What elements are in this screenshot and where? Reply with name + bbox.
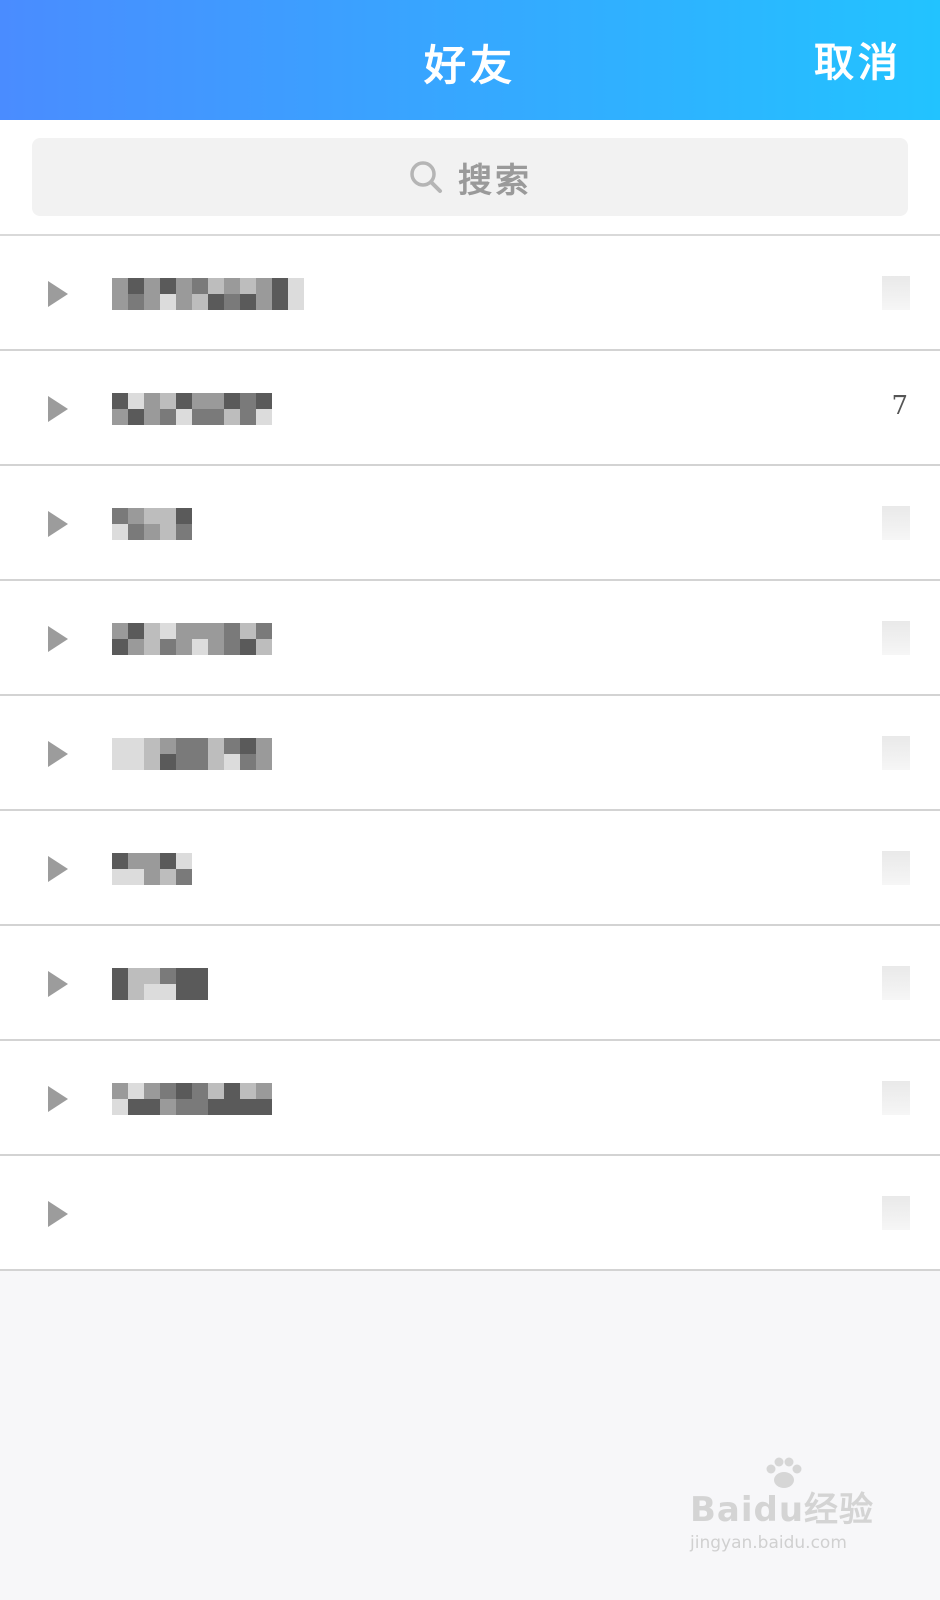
group-count-redacted [882,851,910,885]
friend-group-row[interactable] [0,1041,940,1156]
expand-arrow-icon [48,626,68,652]
friend-group-list: 7 [0,234,940,1271]
group-count: 7 [891,391,908,421]
cancel-button[interactable]: 取消 [814,30,902,88]
friend-group-row[interactable] [0,811,940,926]
group-name-redacted [112,732,272,776]
expand-arrow-icon [48,1201,68,1227]
group-count-redacted [882,506,910,540]
group-count-redacted [882,736,910,770]
group-count-redacted [882,1196,910,1230]
expand-arrow-icon [48,971,68,997]
friend-group-row[interactable] [0,236,940,351]
expand-arrow-icon [48,511,68,537]
search-icon [410,161,442,193]
group-name-redacted [112,272,304,316]
expand-arrow-icon [48,1086,68,1112]
group-name-redacted [112,847,192,891]
watermark-url: jingyan.baidu.com [690,1533,847,1553]
group-count-redacted [882,1081,910,1115]
search-input[interactable]: 搜索 [32,138,908,216]
group-count-redacted [882,966,910,1000]
group-name-redacted [112,387,272,431]
group-name-redacted [112,617,272,661]
group-name-redacted [112,962,208,1006]
group-name-redacted [112,1077,272,1121]
search-bar: 搜索 [0,120,940,234]
paw-logo-icon [766,1457,802,1488]
expand-arrow-icon [48,281,68,307]
expand-arrow-icon [48,856,68,882]
expand-arrow-icon [48,396,68,422]
search-placeholder: 搜索 [458,160,532,201]
expand-arrow-icon [48,741,68,767]
friend-group-row[interactable] [0,1156,940,1271]
nav-header: 好友 取消 [0,0,940,120]
friends-screen: 好友 取消 搜索 7 Baidu经验 jingyan.baidu.com [0,0,940,1600]
friend-group-row[interactable] [0,696,940,811]
friend-group-row[interactable] [0,581,940,696]
friend-group-row[interactable]: 7 [0,351,940,466]
baidu-jingyan-watermark: Baidu经验 jingyan.baidu.com [690,1457,880,1572]
group-count-redacted [882,276,910,310]
friend-group-row[interactable] [0,926,940,1041]
page-title: 好友 [423,41,516,90]
friend-group-row[interactable] [0,466,940,581]
group-name-redacted [112,502,192,546]
group-count-redacted [882,621,910,655]
